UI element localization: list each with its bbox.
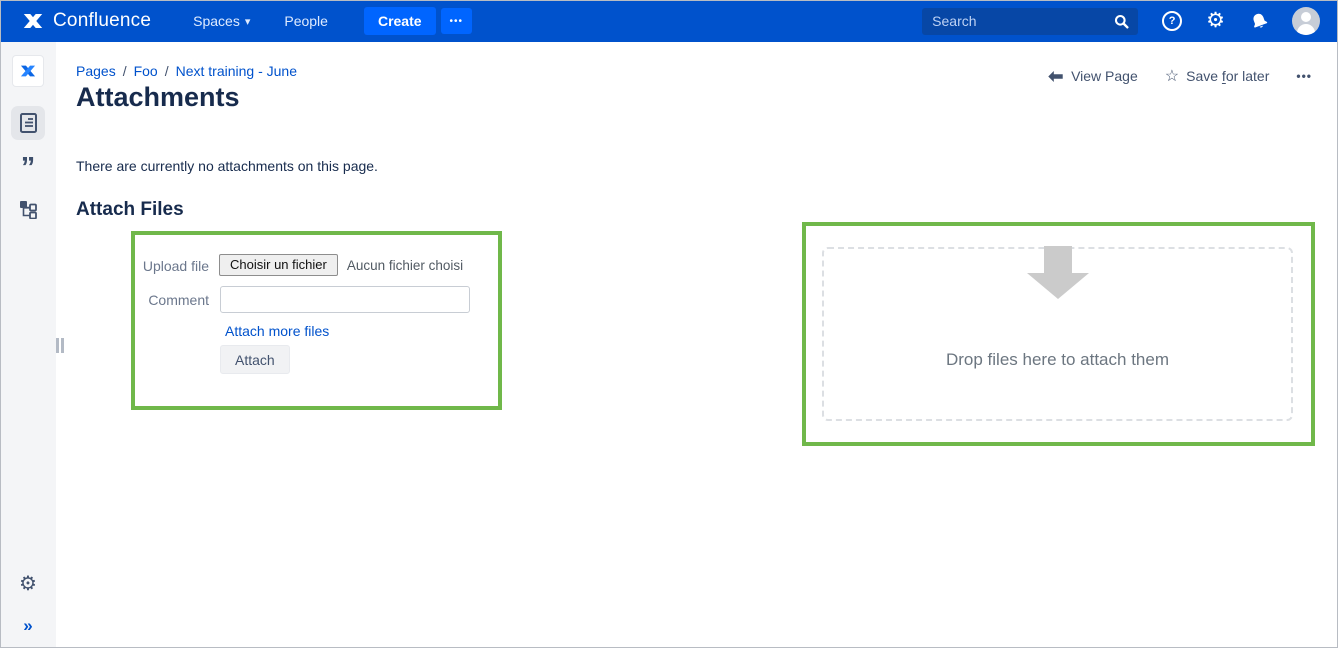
page-actions: View Page ☆ Save for later ••• (1047, 66, 1312, 86)
attach-more-files-link[interactable]: Attach more files (225, 323, 329, 339)
confluence-attachments-page: Confluence Spaces ▾ People Create ••• ? … (0, 0, 1338, 648)
breadcrumb-link-pages[interactable]: Pages (76, 63, 116, 79)
more-options-button[interactable]: ••• (1296, 69, 1312, 83)
main-content: Pages / Foo / Next training - June Attachmen… (56, 42, 1338, 648)
save-for-later-button[interactable]: ☆ Save for later (1165, 66, 1270, 86)
file-input-control: Choisir un fichier Aucun fichier choisi (219, 254, 463, 276)
space-sidebar: ” ⚙ » (0, 42, 56, 648)
help-button[interactable]: ? (1162, 11, 1182, 31)
expand-sidebar-button[interactable]: » (23, 616, 32, 636)
upload-file-label: Upload file (137, 258, 209, 274)
avatar-head (1301, 12, 1311, 22)
bell-icon (1249, 11, 1270, 32)
quotes-icon: ” (21, 153, 36, 183)
chevron-down-icon: ▾ (245, 15, 251, 28)
search-input[interactable] (932, 13, 1114, 29)
save-for-later-label: Save for later (1186, 68, 1269, 84)
search-box[interactable] (922, 8, 1138, 35)
breadcrumb-separator: / (165, 63, 169, 79)
nav-people-label: People (284, 13, 328, 29)
breadcrumb-link-page[interactable]: Next training - June (176, 63, 297, 79)
app-wordmark: Confluence (53, 10, 151, 32)
page-title: Attachments (76, 82, 240, 113)
tree-hierarchy-icon (19, 200, 37, 219)
attach-button[interactable]: Attach (220, 345, 290, 374)
confluence-logo[interactable]: Confluence (20, 8, 151, 34)
space-settings-button[interactable]: ⚙ (19, 571, 37, 596)
confluence-mark-icon (20, 8, 46, 34)
double-chevron-right-icon: » (23, 616, 32, 636)
breadcrumb-separator: / (123, 63, 127, 79)
sidebar-item-pages[interactable] (11, 106, 45, 140)
nav-spaces-label: Spaces (193, 13, 240, 29)
sidebar-item-space-tools[interactable] (19, 200, 37, 219)
admin-settings-button[interactable]: ⚙ (1206, 11, 1225, 31)
no-attachments-message: There are currently no attachments on th… (76, 158, 378, 174)
avatar-body (1297, 24, 1315, 35)
nav-spaces-menu[interactable]: Spaces ▾ (193, 13, 250, 29)
nav-people-link[interactable]: People (284, 13, 328, 29)
view-page-label: View Page (1071, 68, 1138, 84)
dropzone-highlight-box: Drop files here to attach them (802, 222, 1315, 446)
user-avatar[interactable] (1292, 7, 1320, 35)
star-icon: ☆ (1165, 66, 1179, 86)
space-logo[interactable] (13, 56, 43, 86)
comment-label: Comment (137, 292, 209, 308)
notifications-button[interactable] (1249, 11, 1270, 32)
attach-files-heading: Attach Files (76, 199, 184, 221)
top-navbar: Confluence Spaces ▾ People Create ••• ? … (0, 0, 1338, 42)
sidebar-item-blog[interactable]: ” (21, 157, 36, 179)
pages-document-icon (20, 113, 37, 133)
gear-icon: ⚙ (1206, 11, 1225, 31)
search-icon (1114, 14, 1129, 29)
create-button[interactable]: Create (364, 7, 436, 35)
help-icon: ? (1162, 11, 1182, 31)
settings-gear-icon: ⚙ (19, 571, 37, 596)
nav-more-button[interactable]: ••• (441, 8, 473, 34)
view-page-button[interactable]: View Page (1047, 68, 1138, 84)
space-logo-icon (18, 61, 38, 81)
sidebar-resize-handle[interactable] (56, 338, 64, 353)
attach-form-highlight-box: Upload file Choisir un fichier Aucun fic… (131, 231, 502, 410)
back-arrow-icon (1047, 70, 1064, 83)
dropzone-message: Drop files here to attach them (946, 350, 1169, 370)
comment-input[interactable] (220, 286, 470, 313)
file-status-text: Aucun fichier choisi (347, 258, 463, 273)
file-dropzone[interactable]: Drop files here to attach them (822, 247, 1293, 421)
choose-file-button[interactable]: Choisir un fichier (219, 254, 338, 276)
breadcrumb: Pages / Foo / Next training - June (76, 63, 297, 79)
breadcrumb-link-foo[interactable]: Foo (134, 63, 158, 79)
